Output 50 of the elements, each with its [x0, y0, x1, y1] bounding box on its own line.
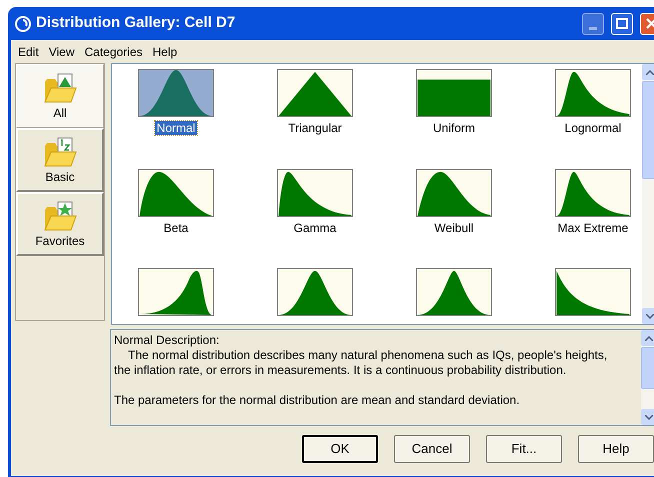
- dialog-button[interactable]: Cancel: [394, 435, 470, 463]
- description-text: The normal distribution describes many natural phenomena such as IQs, people's heights, the inflation rate, or errors in measurements. It is a continuous probability distribution.: [114, 348, 608, 378]
- menu-item[interactable]: Categories: [79, 42, 148, 60]
- scroll-up-icon[interactable]: [646, 70, 654, 74]
- app-icon: [14, 14, 32, 32]
- description-heading: Normal Description:: [114, 333, 220, 348]
- distribution-label: Beta: [162, 220, 190, 234]
- category-tab[interactable]: Basic: [16, 128, 104, 192]
- maximize-icon: [616, 18, 628, 29]
- distribution-thumbnail[interactable]: [138, 168, 214, 216]
- distribution-thumbnail[interactable]: [416, 268, 492, 316]
- distribution-thumbnail[interactable]: [277, 268, 353, 316]
- distribution-label: Max Extreme: [556, 220, 630, 234]
- distribution-label: Gamma: [292, 220, 338, 234]
- window-title: Distribution Gallery: Cell D7: [36, 13, 236, 34]
- maximize-button[interactable]: [611, 12, 633, 34]
- distribution-thumbnail[interactable]: [277, 69, 353, 117]
- scroll-up-icon[interactable]: [645, 336, 653, 340]
- distribution-thumbnail[interactable]: [277, 168, 353, 216]
- distribution-label: Uniform: [432, 121, 476, 135]
- dialog-button[interactable]: Fit...: [486, 435, 562, 463]
- distribution-thumbnail[interactable]: [138, 69, 214, 117]
- distribution-thumbnail[interactable]: [555, 168, 631, 216]
- distribution-label: Normal: [154, 121, 198, 135]
- scroll-thumb[interactable]: [642, 81, 654, 179]
- menu-item[interactable]: View: [44, 42, 80, 60]
- category-tab[interactable]: All: [16, 64, 104, 128]
- scroll-down-icon[interactable]: [646, 314, 654, 318]
- distribution-label: Weibull: [433, 220, 475, 234]
- category-tab[interactable]: Favorites: [16, 192, 104, 256]
- dialog-button[interactable]: OK: [302, 435, 378, 463]
- description-text: The parameters for the normal distribution are mean and standard deviation.: [114, 393, 521, 408]
- category-label: Favorites: [35, 234, 85, 248]
- scroll-down-icon[interactable]: [645, 414, 653, 420]
- distribution-thumbnail[interactable]: [416, 69, 492, 117]
- menu-item[interactable]: Help: [148, 42, 182, 60]
- scroll-thumb[interactable]: [641, 347, 654, 389]
- distribution-label: Triangular: [287, 121, 343, 135]
- minimize-button[interactable]: [582, 12, 604, 34]
- distribution-thumbnail[interactable]: [416, 168, 492, 216]
- distribution-thumbnail[interactable]: [555, 69, 631, 117]
- category-label: All: [53, 106, 67, 120]
- category-label: Basic: [45, 170, 75, 184]
- distribution-thumbnail[interactable]: [555, 268, 631, 316]
- minimize-icon: [589, 26, 597, 30]
- close-icon: [646, 18, 654, 29]
- distribution-thumbnail[interactable]: [138, 268, 214, 316]
- menu-item[interactable]: Edit: [13, 42, 44, 60]
- distribution-label: Lognormal: [564, 121, 622, 135]
- dialog-button[interactable]: Help: [578, 435, 654, 463]
